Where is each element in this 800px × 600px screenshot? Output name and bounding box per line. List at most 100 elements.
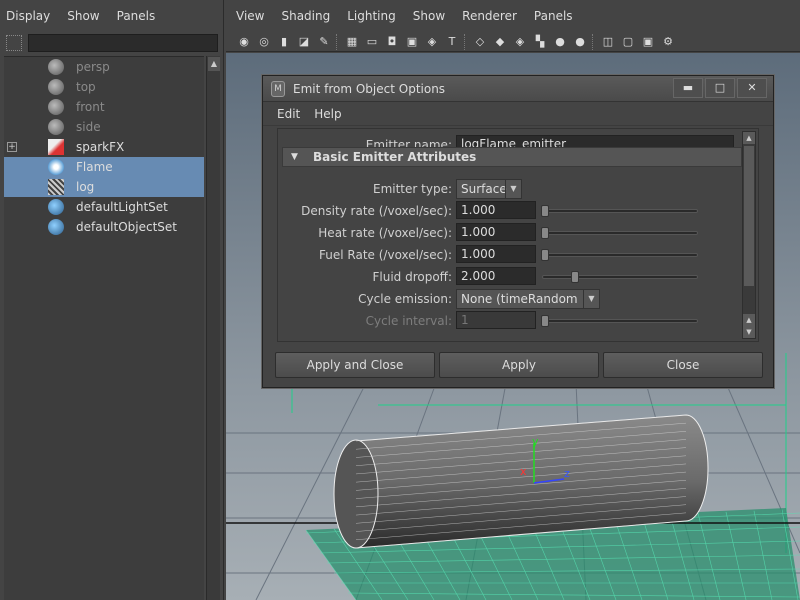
- outliner-item-front[interactable]: front: [4, 97, 204, 117]
- value-input[interactable]: 2.000: [456, 267, 536, 285]
- lights-icon[interactable]: ●: [552, 34, 568, 50]
- field-row: Fluid dropoff: 2.000: [278, 267, 744, 287]
- camera-attributes-icon[interactable]: ◎: [256, 34, 272, 50]
- value-input[interactable]: 1.000: [456, 201, 536, 219]
- outliner-item-label: front: [76, 100, 105, 114]
- filter-icon[interactable]: [6, 35, 22, 51]
- smooth-shade-icon[interactable]: ◆: [492, 34, 508, 50]
- option-dropdown[interactable]: Surface ▼: [456, 179, 522, 199]
- scroll-up-icon[interactable]: ▲: [208, 57, 220, 71]
- maximize-icon[interactable]: □: [705, 78, 735, 98]
- scroll-up-icon[interactable]: ▲: [743, 132, 755, 144]
- grid-icon[interactable]: ▦: [344, 34, 360, 50]
- maya-app-icon: M: [271, 80, 285, 97]
- field-row: Heat rate (/voxel/sec): 1.000: [278, 223, 744, 243]
- set-icon: [48, 219, 64, 235]
- viewport-menu-shading[interactable]: Shading: [281, 9, 330, 23]
- dialog-menu-help[interactable]: Help: [314, 107, 341, 121]
- value-slider[interactable]: [541, 249, 698, 261]
- field-row: Cycle emission: None (timeRandom off)▼: [278, 289, 744, 324]
- xray-active-icon[interactable]: ⚙: [660, 34, 676, 50]
- slider-handle[interactable]: [571, 271, 579, 283]
- scroll-thumb[interactable]: [744, 146, 754, 286]
- value-input[interactable]: 1.000: [456, 223, 536, 241]
- textured-icon[interactable]: ▚: [532, 34, 548, 50]
- viewport-menu-renderer[interactable]: Renderer: [462, 9, 517, 23]
- wireframe-on-shaded-icon[interactable]: ◈: [512, 34, 528, 50]
- outliner-item-defaultlightset[interactable]: defaultLightSet: [4, 197, 204, 217]
- safe-action-icon[interactable]: T: [444, 34, 460, 50]
- section-basic-emitter-attributes[interactable]: ▼ Basic Emitter Attributes: [282, 147, 742, 167]
- apply-and-close-button[interactable]: Apply and Close: [275, 352, 435, 378]
- axis-z-label: z: [564, 467, 570, 480]
- dialog-scrollbar[interactable]: ▲ ▲ ▼: [742, 131, 756, 339]
- scroll-down-icon[interactable]: ▲: [743, 314, 755, 326]
- particle-icon: [48, 139, 64, 155]
- dialog-options-panel: Emitter name: logFlame_emitter ▼ Basic E…: [277, 128, 759, 342]
- slider-handle[interactable]: [541, 205, 549, 217]
- value-slider[interactable]: [541, 205, 698, 217]
- isolate-select-icon[interactable]: ◫: [600, 34, 616, 50]
- outliner-menu-display[interactable]: Display: [6, 9, 50, 23]
- outliner-item-flame[interactable]: Flame: [4, 157, 204, 177]
- value-slider[interactable]: [541, 227, 698, 239]
- outliner-filter-row: [0, 32, 223, 54]
- viewport-menu-show[interactable]: Show: [413, 9, 445, 23]
- xray-joints-icon[interactable]: ▣: [640, 34, 656, 50]
- slider-handle[interactable]: [541, 249, 549, 261]
- gate-mask-icon[interactable]: ▣: [404, 34, 420, 50]
- minimize-icon[interactable]: ▬: [673, 78, 703, 98]
- field-chart-icon[interactable]: ◈: [424, 34, 440, 50]
- chevron-down-icon: ▼: [583, 290, 599, 308]
- camera-select-icon[interactable]: ◉: [236, 34, 252, 50]
- field-label: Density rate (/voxel/sec):: [301, 204, 452, 218]
- bookmark-icon[interactable]: ▮: [276, 34, 292, 50]
- close-icon[interactable]: ✕: [737, 78, 767, 98]
- value-input[interactable]: 1.000: [456, 245, 536, 263]
- outliner-item-defaultobjectset[interactable]: defaultObjectSet: [4, 217, 204, 237]
- resolution-gate-icon[interactable]: ◘: [384, 34, 400, 50]
- set-icon: [48, 199, 64, 215]
- value-slider: [541, 315, 698, 327]
- dialog-title: Emit from Object Options: [293, 81, 446, 96]
- slider-handle[interactable]: [541, 227, 549, 239]
- chevron-down-icon: ▼: [505, 180, 521, 198]
- outliner-scrollbar[interactable]: ▲: [206, 56, 220, 600]
- axis-y-label: y: [532, 435, 539, 448]
- outliner-item-label: Flame: [76, 160, 113, 174]
- expand-plus-icon[interactable]: +: [7, 142, 17, 152]
- shadows-icon[interactable]: ●: [572, 34, 588, 50]
- outliner-panel: Display Show Panels persp top front side + sp…: [0, 0, 224, 600]
- viewport-menu-view[interactable]: View: [236, 9, 264, 23]
- field-label: Fluid dropoff:: [372, 270, 452, 284]
- viewport-menu-lighting[interactable]: Lighting: [347, 9, 396, 23]
- field-label: Emitter type:: [373, 182, 452, 196]
- dialog-titlebar[interactable]: M Emit from Object Options ▬ □ ✕: [263, 76, 773, 102]
- viewport-menu-panels[interactable]: Panels: [534, 9, 573, 23]
- outliner-item-top[interactable]: top: [4, 77, 204, 97]
- xray-icon[interactable]: ▢: [620, 34, 636, 50]
- outliner-menu-show[interactable]: Show: [67, 9, 99, 23]
- option-dropdown[interactable]: None (timeRandom off)▼: [456, 289, 600, 324]
- outliner-item-log[interactable]: log: [4, 177, 204, 197]
- film-gate-icon[interactable]: ▭: [364, 34, 380, 50]
- slider-handle: [541, 315, 549, 327]
- outliner-item-persp[interactable]: persp: [4, 57, 204, 77]
- outliner-menu-panels[interactable]: Panels: [117, 9, 156, 23]
- scroll-down-icon[interactable]: ▼: [743, 326, 755, 338]
- outliner-item-sparkfx[interactable]: + sparkFX: [4, 137, 204, 157]
- outliner-menubar: Display Show Panels: [0, 0, 223, 32]
- camera-icon: [48, 79, 64, 95]
- image-plane-icon[interactable]: ◪: [296, 34, 312, 50]
- wireframe-icon[interactable]: ◇: [472, 34, 488, 50]
- field-row: Emitter type: Surface ▼: [278, 179, 744, 199]
- apply-button[interactable]: Apply: [439, 352, 599, 378]
- dialog-menu-edit[interactable]: Edit: [277, 107, 300, 121]
- outliner-item-label: log: [76, 180, 95, 194]
- outliner-item-side[interactable]: side: [4, 117, 204, 137]
- close-button[interactable]: Close: [603, 352, 763, 378]
- outliner-search-input[interactable]: [28, 34, 218, 52]
- collapse-triangle-icon[interactable]: ▼: [291, 148, 298, 166]
- value-slider[interactable]: [542, 271, 698, 283]
- grease-pencil-icon[interactable]: ✎: [316, 34, 332, 50]
